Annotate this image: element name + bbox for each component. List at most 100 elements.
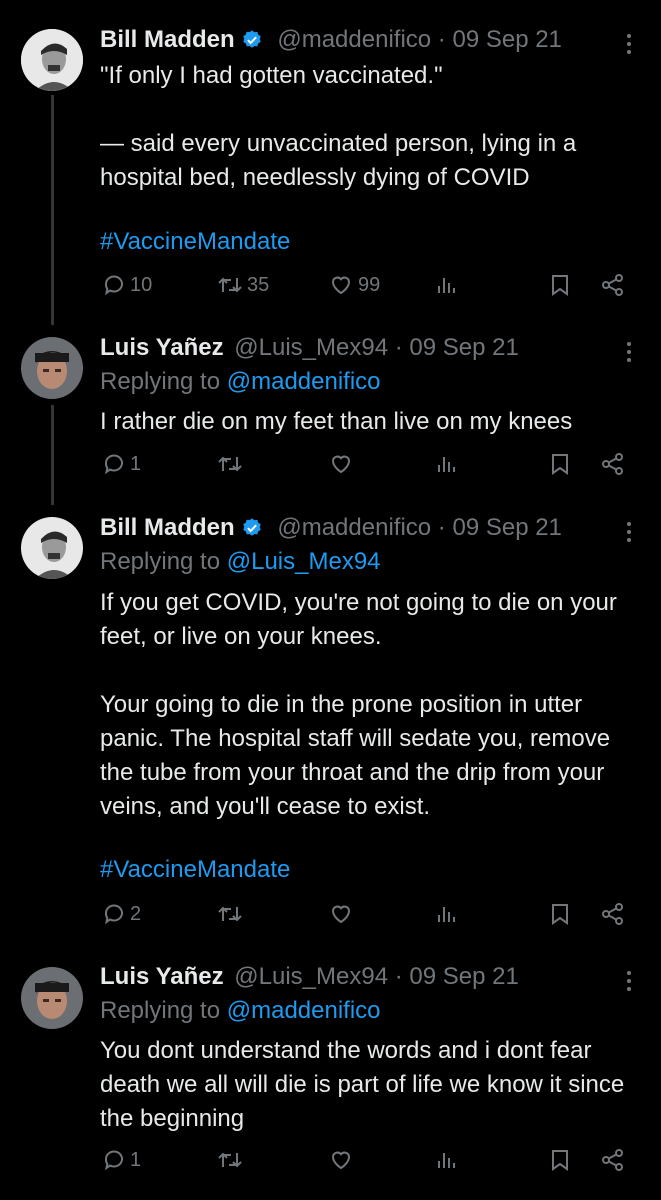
- share-icon: [602, 274, 623, 296]
- mention-link[interactable]: @maddenifico: [227, 368, 381, 395]
- mention-link[interactable]: @maddenifico: [227, 997, 381, 1024]
- verified-badge-icon: [241, 29, 263, 58]
- tweet-text: If you get COVID, you're not going to di…: [100, 589, 617, 820]
- tweet-header: Bill Madden @maddenifico · 09 Sep 21: [100, 514, 591, 546]
- replying-to: Replying to @Luis_Mex94: [100, 547, 381, 577]
- mention-link[interactable]: @Luis_Mex94: [227, 548, 381, 575]
- display-name[interactable]: Bill Madden: [100, 26, 235, 53]
- retweet-button[interactable]: [217, 902, 243, 926]
- timestamp[interactable]: 09 Sep 21: [452, 26, 561, 53]
- bookmark-icon: [552, 275, 568, 296]
- tweet-header: Bill Madden @maddenifico · 09 Sep 21: [100, 26, 591, 58]
- timestamp[interactable]: 09 Sep 21: [452, 514, 561, 541]
- retweet-button[interactable]: [217, 452, 243, 476]
- share-button[interactable]: [600, 452, 626, 476]
- hashtag-link[interactable]: #VaccineMandate: [100, 225, 290, 259]
- handle[interactable]: @Luis_Mex94: [234, 334, 388, 361]
- replying-to-label: Replying to: [100, 997, 227, 1024]
- handle[interactable]: @maddenifico: [277, 26, 431, 53]
- share-button[interactable]: [600, 1148, 626, 1172]
- avatar-photo-bill: [21, 517, 83, 579]
- tweet-header: Luis Yañez @Luis_Mex94 · 09 Sep 21: [100, 334, 591, 362]
- like-button[interactable]: [328, 1148, 354, 1172]
- views-button[interactable]: [434, 902, 458, 926]
- views-icon: [438, 278, 455, 293]
- reply-icon: [104, 454, 123, 475]
- tweet-header: Luis Yañez @Luis_Mex94 · 09 Sep 21: [100, 963, 591, 991]
- like-icon: [331, 276, 351, 295]
- replying-to: Replying to @maddenifico: [100, 367, 381, 397]
- like-count: 99: [358, 273, 381, 296]
- separator-dot: ·: [437, 514, 446, 541]
- tweet-actions: 2: [100, 902, 641, 936]
- tweet[interactable]: Luis Yañez @Luis_Mex94 · 09 Sep 21 Reply…: [0, 320, 661, 500]
- reply-button[interactable]: 10: [102, 273, 152, 297]
- share-icon: [602, 453, 623, 475]
- reply-icon: [104, 1150, 123, 1171]
- more-icon[interactable]: [627, 522, 633, 546]
- like-button[interactable]: [328, 452, 354, 476]
- share-button[interactable]: [600, 273, 626, 297]
- retweet-button[interactable]: 35: [217, 273, 269, 297]
- avatar[interactable]: [21, 29, 83, 91]
- bookmark-button[interactable]: [549, 902, 571, 926]
- verified-badge-icon: [241, 517, 263, 546]
- timestamp[interactable]: 09 Sep 21: [409, 963, 518, 990]
- share-icon: [602, 903, 623, 925]
- views-icon: [438, 457, 455, 472]
- separator-dot: ·: [437, 26, 446, 53]
- avatar[interactable]: [21, 337, 83, 399]
- tweet-text: I rather die on my feet than live on my …: [100, 408, 573, 435]
- avatar[interactable]: [21, 967, 83, 1029]
- views-button[interactable]: [434, 273, 458, 297]
- share-button[interactable]: [600, 902, 626, 926]
- tweet[interactable]: Luis Yañez @Luis_Mex94 · 09 Sep 21 Reply…: [0, 950, 661, 1200]
- reply-count: 1: [130, 452, 142, 475]
- handle[interactable]: @Luis_Mex94: [234, 963, 388, 990]
- reply-icon: [104, 275, 123, 296]
- hashtag-link[interactable]: #VaccineMandate: [100, 853, 290, 887]
- avatar[interactable]: [21, 517, 83, 579]
- like-icon: [331, 455, 351, 474]
- tweet[interactable]: Bill Madden @maddenifico · 09 Sep 21 "If…: [0, 0, 661, 320]
- more-icon[interactable]: [627, 971, 633, 995]
- views-button[interactable]: [434, 452, 458, 476]
- views-button[interactable]: [434, 1148, 458, 1172]
- handle[interactable]: @maddenifico: [277, 514, 431, 541]
- tweet-actions: 1: [100, 1148, 641, 1182]
- bookmark-button[interactable]: [549, 1148, 571, 1172]
- separator-dot: ·: [394, 334, 403, 361]
- views-icon: [438, 907, 455, 922]
- retweet-button[interactable]: [217, 1148, 243, 1172]
- tweet-text: You dont understand the words and i dont…: [100, 1037, 631, 1132]
- more-icon[interactable]: [627, 342, 633, 366]
- tweet-actions: 10 35 99: [100, 273, 641, 307]
- avatar-photo-luis: [21, 967, 83, 1029]
- avatar-photo-luis: [21, 337, 83, 399]
- bookmark-icon: [552, 1150, 568, 1171]
- reply-icon: [104, 904, 123, 925]
- retweet-icon: [218, 277, 242, 293]
- retweet-icon: [218, 456, 242, 472]
- reply-button[interactable]: 2: [102, 902, 141, 926]
- tweet-text: "If only I had gotten vaccinated." — sai…: [100, 62, 577, 191]
- avatar-photo-bill: [21, 29, 83, 91]
- display-name[interactable]: Luis Yañez: [100, 963, 224, 990]
- share-icon: [602, 1149, 623, 1171]
- more-icon[interactable]: [627, 34, 633, 58]
- tweet[interactable]: Bill Madden @maddenifico · 09 Sep 21 Rep…: [0, 500, 661, 950]
- like-button[interactable]: 99: [328, 273, 380, 297]
- reply-button[interactable]: 1: [102, 452, 141, 476]
- bookmark-button[interactable]: [549, 273, 571, 297]
- bookmark-icon: [552, 454, 568, 475]
- tweet-actions: 1: [100, 452, 641, 486]
- like-icon: [331, 1151, 351, 1170]
- bookmark-button[interactable]: [549, 452, 571, 476]
- views-icon: [438, 1153, 455, 1168]
- like-button[interactable]: [328, 902, 354, 926]
- reply-button[interactable]: 1: [102, 1148, 141, 1172]
- retweet-icon: [218, 906, 242, 922]
- display-name[interactable]: Bill Madden: [100, 514, 235, 541]
- display-name[interactable]: Luis Yañez: [100, 334, 224, 361]
- timestamp[interactable]: 09 Sep 21: [409, 334, 518, 361]
